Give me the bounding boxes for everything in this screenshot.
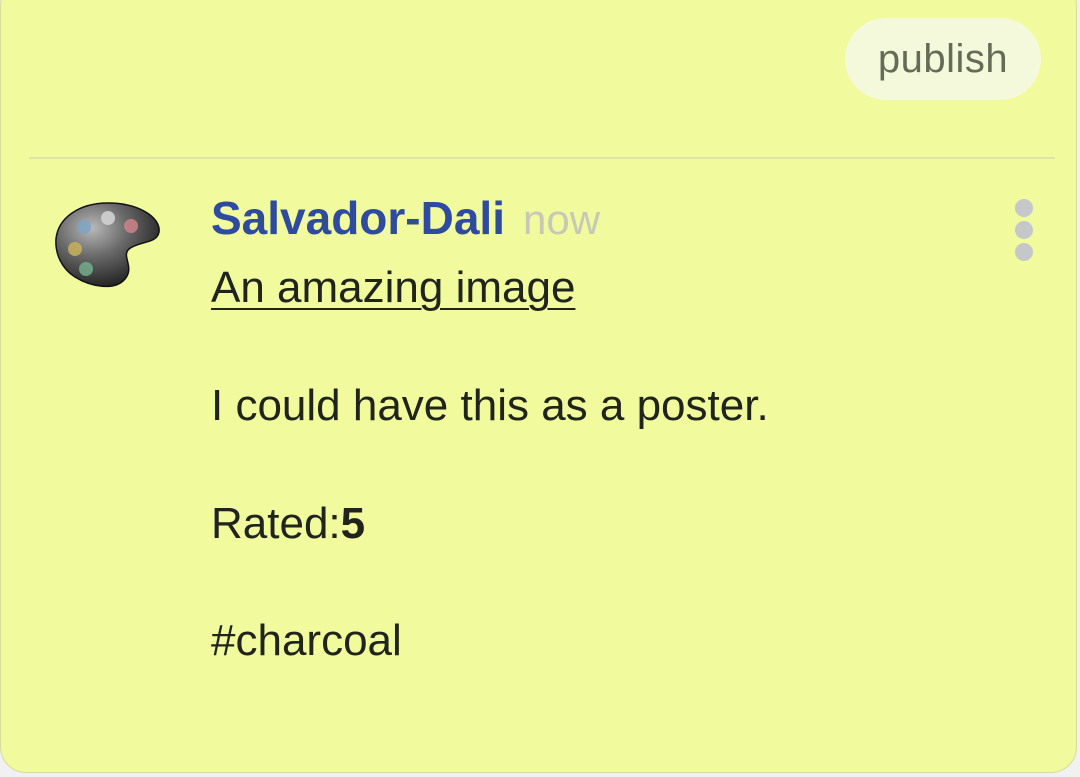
rating: Rated:5 [211,499,365,549]
rating-label: Rated: [211,499,341,548]
divider [29,157,1055,159]
more-dot [1015,221,1033,239]
comment-header: Salvador-Dali now [211,191,600,247]
rating-value: 5 [340,499,366,548]
more-dot [1015,243,1033,261]
more-dot [1015,199,1033,217]
comment-card: publish Salvador-Dali now An amazing imag… [0,0,1077,773]
author-name[interactable]: Salvador-Dali [211,192,505,244]
publish-button[interactable]: publish [845,18,1041,100]
palette-icon[interactable] [53,201,165,291]
comment-subject-link[interactable]: An amazing image [211,263,575,313]
timestamp: now [523,196,601,243]
more-vertical-icon[interactable] [1007,193,1041,267]
comment-body: I could have this as a poster. [211,381,769,430]
hashtag-link[interactable]: #charcoal [211,616,402,666]
